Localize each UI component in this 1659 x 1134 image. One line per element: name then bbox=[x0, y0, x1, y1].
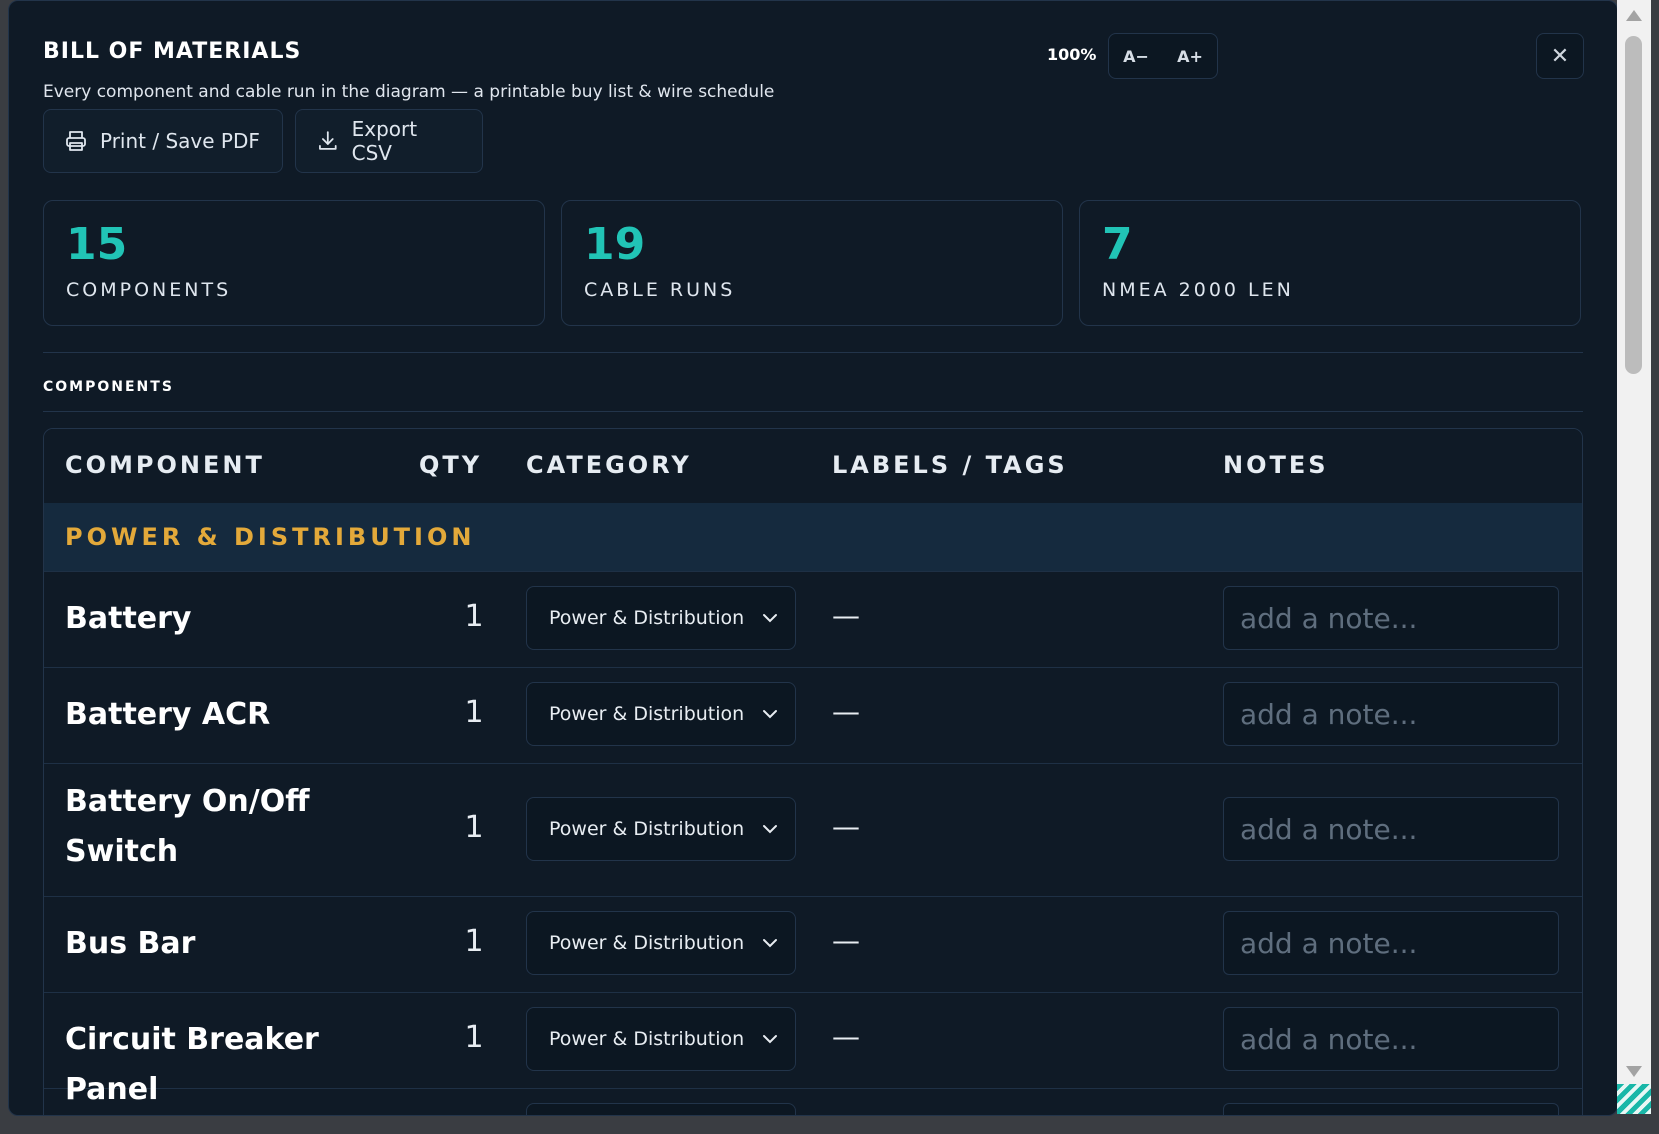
column-header-qty: QTY bbox=[419, 451, 483, 479]
divider bbox=[43, 411, 1583, 412]
print-button[interactable]: Print / Save PDF bbox=[43, 109, 283, 173]
chevron-down-icon bbox=[763, 825, 777, 834]
chevron-down-icon bbox=[763, 614, 777, 623]
category-select[interactable]: Power & Distribution bbox=[526, 797, 796, 861]
component-tags: — bbox=[832, 599, 860, 632]
stat-value: 19 bbox=[584, 219, 646, 270]
note-input[interactable] bbox=[1223, 797, 1559, 861]
component-qty: 1 bbox=[464, 1020, 484, 1055]
component-name: Battery bbox=[65, 601, 192, 636]
stat-label: NMEA 2000 LEN bbox=[1102, 279, 1294, 301]
category-select-value: Power & Distribution bbox=[549, 818, 745, 840]
component-qty: 1 bbox=[464, 695, 484, 730]
stat-value: 15 bbox=[66, 219, 128, 270]
bom-modal: BILL OF MATERIALS Every component and ca… bbox=[8, 0, 1618, 1116]
scroll-down-arrow-icon[interactable] bbox=[1626, 1066, 1642, 1077]
component-name: Battery ACR bbox=[65, 697, 271, 732]
category-select-value: Power & Distribution bbox=[549, 703, 745, 725]
category-select[interactable]: Power & Distribution bbox=[526, 911, 796, 975]
chevron-down-icon bbox=[763, 1035, 777, 1044]
group-header-row: POWER & DISTRIBUTION bbox=[44, 503, 1582, 572]
download-icon bbox=[319, 131, 337, 150]
column-header-category: CATEGORY bbox=[526, 451, 692, 479]
component-tags: — bbox=[832, 924, 860, 957]
component-name: Bus Bar bbox=[65, 926, 196, 961]
group-label: POWER & DISTRIBUTION bbox=[65, 523, 476, 551]
stat-label: CABLE RUNS bbox=[584, 279, 736, 301]
note-input[interactable] bbox=[1223, 682, 1559, 746]
close-button[interactable]: ✕ bbox=[1536, 33, 1584, 79]
component-qty: 1 bbox=[464, 599, 484, 634]
divider bbox=[43, 352, 1583, 353]
stat-components: 15 COMPONENTS bbox=[43, 200, 545, 326]
stat-value: 7 bbox=[1102, 219, 1133, 270]
table-header: COMPONENT QTY CATEGORY LABELS / TAGS NOT… bbox=[44, 429, 1582, 504]
modal-title: BILL OF MATERIALS bbox=[43, 39, 302, 64]
table-row: Battery On/Off Switch 1 Power & Distribu… bbox=[44, 763, 1582, 897]
column-header-component: COMPONENT bbox=[65, 451, 265, 479]
font-size-controls: A− A+ bbox=[1108, 33, 1218, 79]
category-select[interactable] bbox=[526, 1103, 796, 1115]
modal-subtitle: Every component and cable run in the dia… bbox=[43, 82, 775, 102]
table-row: Battery ACR 1 Power & Distribution — bbox=[44, 667, 1582, 764]
column-header-labels: LABELS / TAGS bbox=[832, 451, 1068, 479]
note-input[interactable] bbox=[1223, 1007, 1559, 1071]
category-select-value: Power & Distribution bbox=[549, 607, 745, 629]
scroll-up-arrow-icon[interactable] bbox=[1626, 10, 1642, 21]
component-qty: 1 bbox=[464, 924, 484, 959]
close-icon: ✕ bbox=[1550, 43, 1570, 69]
stat-label: COMPONENTS bbox=[66, 279, 232, 301]
category-select[interactable]: Power & Distribution bbox=[526, 1007, 796, 1071]
table-row: Bus Bar 1 Power & Distribution — bbox=[44, 896, 1582, 993]
stat-cable-runs: 19 CABLE RUNS bbox=[561, 200, 1063, 326]
chevron-down-icon bbox=[763, 939, 777, 948]
note-input[interactable] bbox=[1223, 911, 1559, 975]
font-increase-button[interactable]: A+ bbox=[1171, 43, 1209, 70]
component-tags: — bbox=[832, 695, 860, 728]
category-select-value: Power & Distribution bbox=[549, 932, 745, 954]
export-csv-label: Export CSV bbox=[351, 117, 418, 165]
category-select[interactable]: Power & Distribution bbox=[526, 682, 796, 746]
section-title: COMPONENTS bbox=[43, 379, 174, 395]
component-name: Battery On/Off Switch bbox=[65, 784, 310, 869]
stat-nmea-len: 7 NMEA 2000 LEN bbox=[1079, 200, 1581, 326]
component-qty: 1 bbox=[464, 810, 484, 845]
export-csv-button[interactable]: Export CSV bbox=[295, 109, 483, 173]
scrollbar-thumb[interactable] bbox=[1625, 36, 1642, 374]
chevron-down-icon bbox=[763, 710, 777, 719]
print-button-label: Print / Save PDF bbox=[100, 129, 260, 153]
table-row-partial bbox=[44, 1088, 1582, 1115]
resize-grip[interactable] bbox=[1617, 1084, 1651, 1114]
note-input[interactable] bbox=[1223, 1103, 1559, 1115]
component-tags: — bbox=[832, 1020, 860, 1053]
components-table: COMPONENT QTY CATEGORY LABELS / TAGS NOT… bbox=[43, 428, 1583, 1115]
category-select-value: Power & Distribution bbox=[549, 1028, 745, 1050]
vertical-scrollbar[interactable] bbox=[1617, 0, 1651, 1114]
component-tags: — bbox=[832, 810, 860, 843]
printer-icon bbox=[66, 131, 86, 151]
font-decrease-button[interactable]: A− bbox=[1117, 43, 1155, 70]
table-row: Circuit Breaker Panel 1 Power & Distribu… bbox=[44, 992, 1582, 1107]
column-header-notes: NOTES bbox=[1223, 451, 1329, 479]
table-row: Battery 1 Power & Distribution — bbox=[44, 571, 1582, 668]
category-select[interactable]: Power & Distribution bbox=[526, 586, 796, 650]
zoom-level: 100% bbox=[1047, 45, 1097, 64]
note-input[interactable] bbox=[1223, 586, 1559, 650]
